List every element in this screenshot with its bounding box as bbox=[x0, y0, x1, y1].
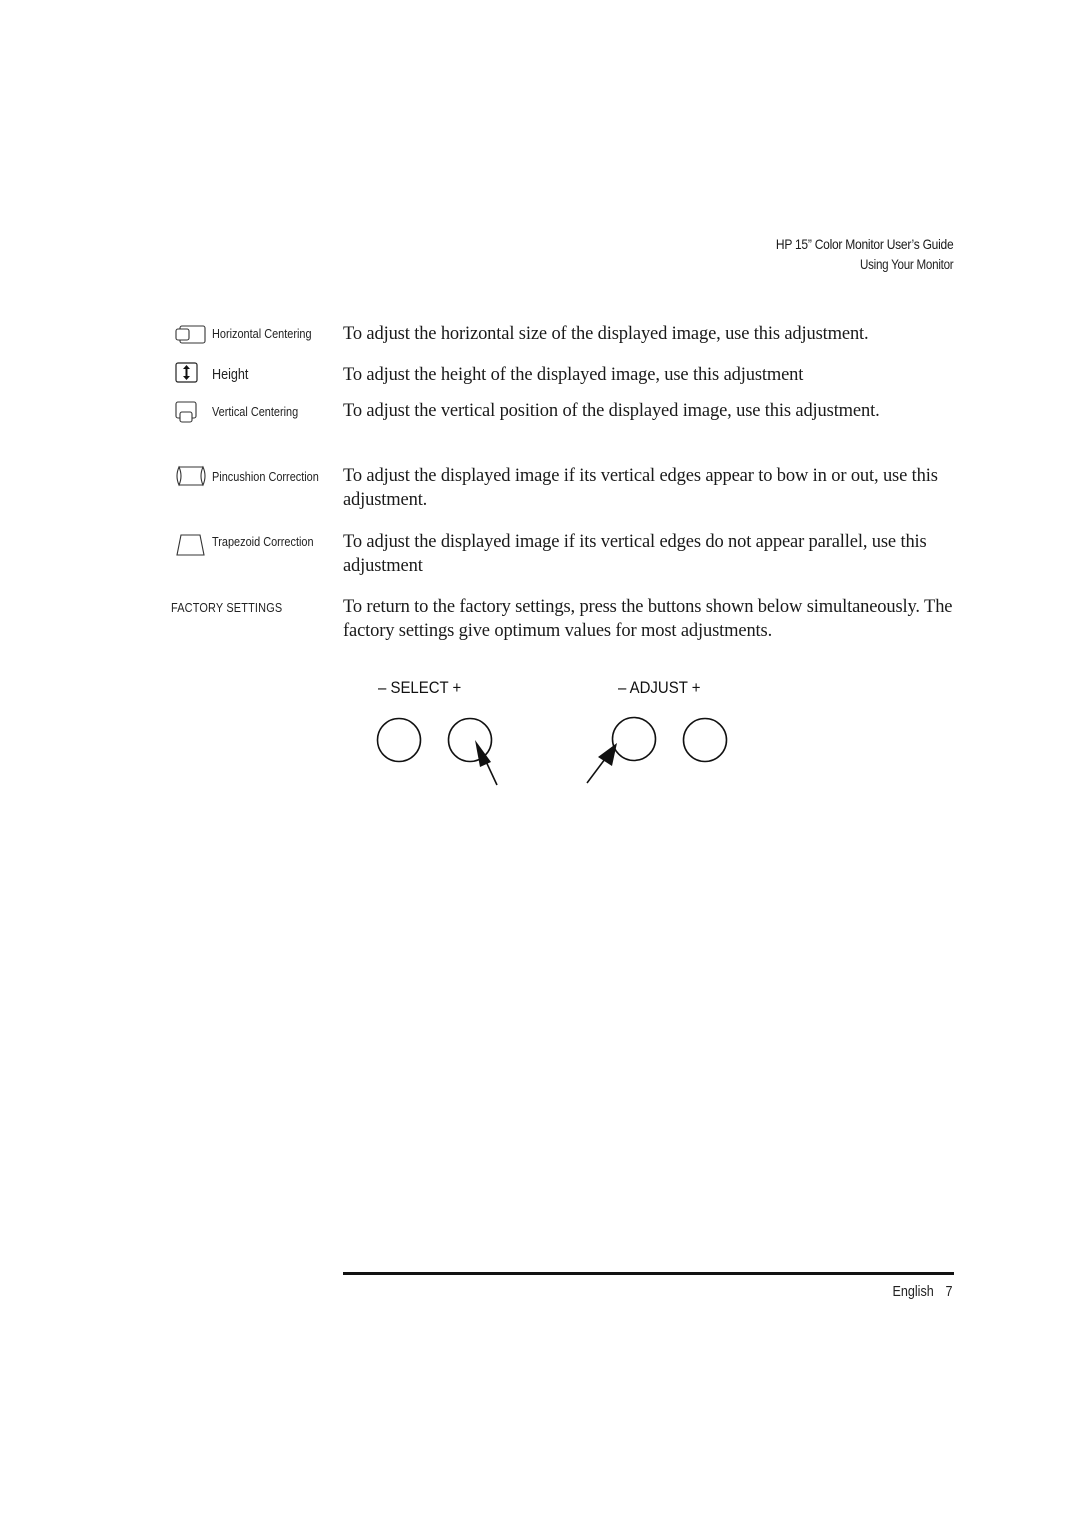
page-number: 7 bbox=[945, 1283, 953, 1300]
adjustment-description: To adjust the horizontal size of the dis… bbox=[343, 324, 869, 344]
factory-settings-description: To return to the factory settings, press… bbox=[343, 597, 953, 641]
adjustment-label: Height bbox=[212, 366, 249, 383]
horizontal-centering-icon bbox=[175, 324, 207, 348]
adjustment-description: To adjust the height of the displayed im… bbox=[343, 365, 804, 385]
factory-settings-label: FACTORY SETTINGS bbox=[171, 600, 283, 615]
adjustment-label: Horizontal Centering bbox=[212, 326, 312, 341]
arrow-icon-adjust-minus bbox=[586, 743, 617, 784]
pincushion-correction-icon bbox=[175, 465, 207, 489]
document-title: HP 15” Color Monitor User’s Guide bbox=[775, 236, 953, 252]
vertical-centering-icon bbox=[175, 401, 207, 425]
adjust-minus-button[interactable] bbox=[611, 716, 657, 762]
adjustment-label: Trapezoid Correction bbox=[212, 534, 314, 549]
select-minus-button[interactable] bbox=[376, 717, 422, 763]
adjustment-description: To adjust the displayed image if its ver… bbox=[343, 532, 927, 576]
trapezoid-correction-icon bbox=[175, 533, 207, 557]
adjustment-label: Pincushion Correction bbox=[212, 469, 319, 484]
page-footer: English 7 bbox=[893, 1283, 953, 1300]
height-icon bbox=[175, 362, 207, 386]
adjustment-description: To adjust the displayed image if its ver… bbox=[343, 466, 938, 510]
adjustment-label: Vertical Centering bbox=[212, 404, 299, 419]
footer-divider bbox=[343, 1272, 954, 1275]
page-header: HP 15” Color Monitor User’s Guide Using … bbox=[747, 234, 953, 276]
adjust-plus-button[interactable] bbox=[682, 717, 728, 763]
front-panel-buttons-diagram: – SELECT + – ADJUST + bbox=[360, 672, 760, 802]
arrow-icon-select-plus bbox=[475, 740, 498, 786]
footer-language: English bbox=[892, 1283, 935, 1300]
adjustment-description: To adjust the vertical position of the d… bbox=[343, 401, 880, 421]
section-title: Using Your Monitor bbox=[859, 257, 954, 272]
